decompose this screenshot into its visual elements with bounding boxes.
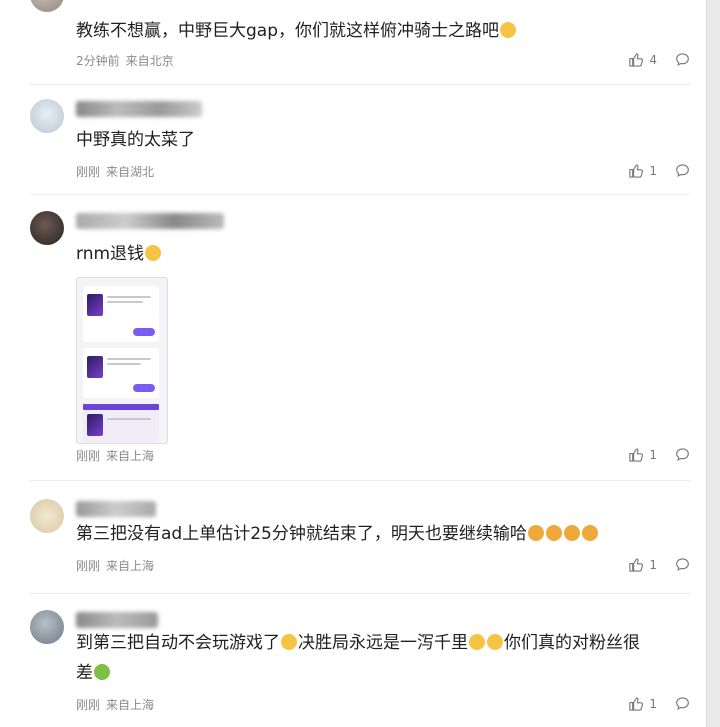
like-button[interactable]: 1 <box>628 557 657 572</box>
image-card <box>83 404 159 442</box>
like-button[interactable]: 1 <box>628 696 657 711</box>
like-count: 1 <box>649 696 657 711</box>
username-blurred[interactable] <box>76 612 158 628</box>
comment-item: rnm退钱 刚刚 来自上海 1 <box>30 195 690 481</box>
avatar[interactable] <box>30 211 64 245</box>
image-card <box>83 286 159 342</box>
avatar[interactable] <box>30 610 64 644</box>
speech-bubble-icon[interactable] <box>675 163 690 178</box>
comment-time: 刚刚 <box>76 165 101 179</box>
speech-bubble-icon[interactable] <box>675 557 690 572</box>
smile-emoji-icon <box>469 634 485 650</box>
like-count: 1 <box>649 163 657 178</box>
comment-text: 到第三把自动不会玩游戏了 决胜局永远是一泻千里 你们真的对粉丝很 差 <box>76 633 640 683</box>
comment-item: 到第三把自动不会玩游戏了 决胜局永远是一泻千里 你们真的对粉丝很 差 刚刚 来自上海 … <box>30 594 690 724</box>
like-button[interactable]: 1 <box>628 163 657 178</box>
comment-actions: 4 <box>628 52 690 67</box>
speech-bubble-icon[interactable] <box>675 447 690 462</box>
comment-actions: 1 <box>628 447 690 462</box>
username-blurred[interactable] <box>76 101 202 117</box>
comment-meta: 刚刚 来自上海 <box>76 696 160 713</box>
comment-text: 中野真的太菜了 <box>76 130 195 150</box>
comment-text: rnm退钱 <box>76 239 696 269</box>
comment-location: 来自上海 <box>106 698 155 712</box>
comment-location: 来自北京 <box>125 54 174 68</box>
like-button[interactable]: 4 <box>628 52 657 67</box>
avatar[interactable] <box>30 499 64 533</box>
speech-bubble-icon[interactable] <box>675 52 690 67</box>
image-card <box>83 348 159 398</box>
username-blurred[interactable] <box>76 501 156 517</box>
heart-eyes-emoji-icon <box>581 525 598 541</box>
comment-meta: 刚刚 来自上海 <box>76 447 160 464</box>
comment-image[interactable] <box>76 277 168 444</box>
comment-item: 第三把没有ad上单估计25分钟就结束了，明天也要继续输哈 刚刚 来自上海 1 <box>30 481 690 594</box>
comment-item: 中野真的太菜了 刚刚 来自湖北 1 <box>30 85 690 195</box>
comment-actions: 1 <box>628 557 690 572</box>
like-button[interactable]: 1 <box>628 447 657 462</box>
comment-time: 刚刚 <box>76 559 101 573</box>
heart-eyes-emoji-icon <box>545 525 562 541</box>
comment-actions: 1 <box>628 163 690 178</box>
comment-location: 来自上海 <box>106 559 155 573</box>
thumbs-up-icon <box>629 448 644 462</box>
thumbs-up-icon <box>629 53 644 67</box>
comment-time: 刚刚 <box>76 449 101 463</box>
username-blurred[interactable] <box>76 213 224 229</box>
smirk-emoji-icon <box>500 22 516 38</box>
thumbs-up-icon <box>629 558 644 572</box>
like-count: 1 <box>649 447 657 462</box>
avatar[interactable] <box>30 99 64 133</box>
heart-eyes-emoji-icon <box>527 525 544 541</box>
heart-eyes-emoji-icon <box>563 525 580 541</box>
avatar[interactable] <box>30 0 64 12</box>
comment-time: 2分钟前 <box>76 54 120 68</box>
comment-location: 来自上海 <box>106 449 155 463</box>
comment-text: 第三把没有ad上单估计25分钟就结束了，明天也要继续输哈 <box>76 519 696 549</box>
comment-actions: 1 <box>628 696 690 711</box>
comment-item: 教练不想赢，中野巨大gap，你们就这样俯冲骑士之路吧 2分钟前 来自北京 4 <box>30 0 690 85</box>
comment-list: 教练不想赢，中野巨大gap，你们就这样俯冲骑士之路吧 2分钟前 来自北京 4 中野… <box>0 0 707 727</box>
sick-emoji-icon <box>94 664 110 680</box>
smile-emoji-icon <box>145 245 162 261</box>
smile-emoji-icon <box>487 634 503 650</box>
comment-meta: 2分钟前 来自北京 <box>76 52 180 69</box>
comment-meta: 刚刚 来自上海 <box>76 557 160 574</box>
speech-bubble-icon[interactable] <box>675 696 690 711</box>
thumbs-up-icon <box>629 697 644 711</box>
laughing-emoji-icon <box>281 634 297 650</box>
thumbs-up-icon <box>629 164 644 178</box>
like-count: 4 <box>649 52 657 67</box>
comment-text: 教练不想赢，中野巨大gap，你们就这样俯冲骑士之路吧 <box>76 16 696 46</box>
comment-time: 刚刚 <box>76 698 101 712</box>
comment-location: 来自湖北 <box>106 165 155 179</box>
comment-meta: 刚刚 来自湖北 <box>76 163 160 180</box>
like-count: 1 <box>649 557 657 572</box>
